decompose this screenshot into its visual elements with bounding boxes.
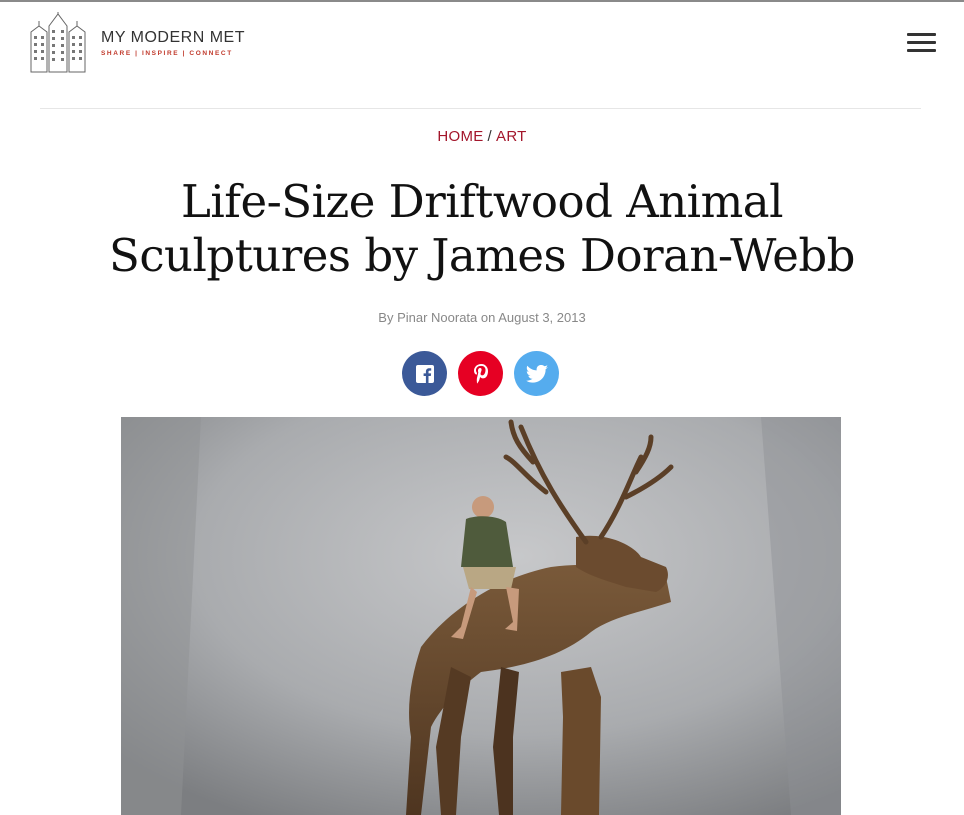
- share-buttons: [402, 351, 559, 396]
- twitter-icon: [525, 364, 548, 383]
- breadcrumb-separator: /: [487, 128, 493, 145]
- hero-image: [121, 417, 841, 815]
- breadcrumb-art-link[interactable]: ART: [496, 128, 527, 145]
- facebook-icon: [415, 364, 434, 383]
- article-byline: By Pinar Noorata on August 3, 2013: [378, 310, 586, 325]
- site-header: MY MODERN MET SHARE | INSPIRE | CONNECT: [0, 0, 964, 108]
- hamburger-menu-icon[interactable]: [907, 33, 936, 53]
- site-tagline: SHARE | INSPIRE | CONNECT: [101, 50, 233, 57]
- site-logo[interactable]: MY MODERN MET SHARE | INSPIRE | CONNECT: [25, 12, 245, 74]
- pinterest-icon: [473, 363, 488, 383]
- logo-text: MY MODERN MET SHARE | INSPIRE | CONNECT: [101, 29, 245, 57]
- facebook-share-button[interactable]: [402, 351, 447, 396]
- breadcrumb-home-link[interactable]: HOME: [437, 128, 483, 145]
- driftwood-stag-sculpture-photo: [121, 417, 841, 815]
- pinterest-share-button[interactable]: [458, 351, 503, 396]
- twitter-share-button[interactable]: [514, 351, 559, 396]
- header-divider: [40, 108, 921, 109]
- article-title: Life-Size Driftwood Animal Sculptures by…: [109, 175, 855, 282]
- site-name: MY MODERN MET: [101, 29, 245, 46]
- city-buildings-logo-icon: [30, 12, 86, 73]
- breadcrumb: HOME / ART: [0, 128, 964, 145]
